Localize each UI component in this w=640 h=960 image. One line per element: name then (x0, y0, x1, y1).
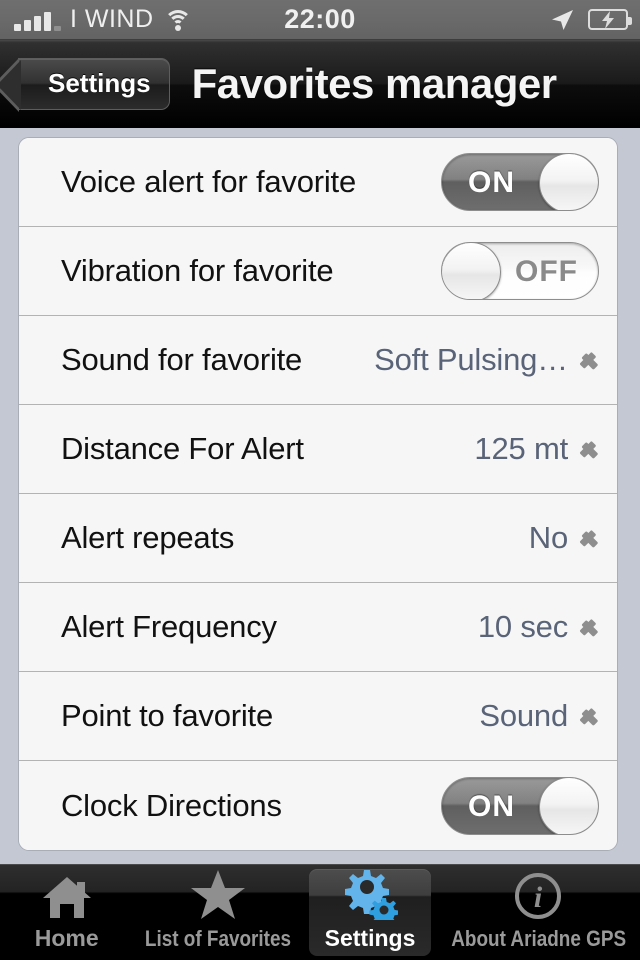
settings-row-accessory: ON (441, 776, 599, 835)
settings-row-value: 10 sec (477, 609, 568, 644)
settings-row-value: Soft Pulsing… (374, 342, 568, 377)
settings-row[interactable]: Distance For Alert 125 mt (19, 405, 617, 494)
toggle-switch-knob[interactable] (539, 777, 598, 834)
settings-row[interactable]: Voice alert for favorite ON (19, 138, 617, 227)
tab-settings[interactable]: Settings (303, 865, 436, 960)
battery-charging-icon (588, 9, 632, 30)
navigation-bar: Settings Favorites manager (0, 40, 640, 128)
settings-row[interactable]: Alert Frequency 10 sec (19, 583, 617, 672)
star-icon (190, 869, 246, 921)
settings-row-accessory: ON (441, 153, 599, 211)
status-bar: I WIND 22:00 (0, 0, 640, 40)
settings-row-accessory: Sound (479, 698, 599, 734)
tab-label: Settings (324, 925, 416, 951)
toggle-switch-label: OFF (515, 255, 578, 288)
tab-label: Home (34, 925, 99, 951)
chevron-right-icon (582, 702, 599, 731)
settings-row[interactable]: Clock Directions ON (19, 761, 617, 850)
settings-row[interactable]: Vibration for favorite OFF (19, 227, 617, 316)
tab-label: About Ariadne GPS (450, 926, 626, 951)
chevron-right-icon (582, 435, 599, 464)
tab-home[interactable]: Home (0, 865, 133, 960)
settings-row-label: Sound for favorite (61, 342, 303, 377)
settings-table: Voice alert for favorite ON Vibration for … (18, 137, 618, 851)
toggle-switch[interactable]: OFF (441, 242, 599, 300)
settings-row[interactable]: Sound for favorite Soft Pulsing… (19, 316, 617, 405)
tab-about-ariadne-gps[interactable]: i About Ariadne GPS (437, 865, 640, 960)
gears-icon (342, 868, 398, 920)
settings-row-accessory: 10 sec (478, 609, 599, 645)
settings-row-value: No (528, 520, 568, 555)
settings-row-label: Voice alert for favorite (61, 164, 357, 199)
settings-row[interactable]: Alert repeats No (19, 494, 617, 583)
settings-row-label: Alert Frequency (61, 609, 277, 644)
house-icon (41, 868, 93, 920)
tab-list-of-favorites[interactable]: List of Favorites (133, 865, 303, 960)
toggle-switch[interactable]: ON (441, 776, 599, 835)
back-button[interactable]: Settings (0, 57, 170, 112)
settings-row-label: Point to favorite (61, 698, 273, 733)
settings-row-accessory: 125 mt (474, 431, 599, 467)
settings-row-label: Distance For Alert (61, 431, 304, 466)
svg-text:i: i (534, 881, 543, 914)
settings-row-accessory: No (529, 520, 599, 556)
page-title: Favorites manager (191, 59, 558, 107)
app-screen: I WIND 22:00 Settings Favorites manager … (0, 0, 640, 960)
settings-row-label: Vibration for favorite (61, 253, 334, 288)
toggle-switch[interactable]: ON (441, 153, 599, 211)
back-button-label: Settings (48, 68, 151, 98)
toggle-switch-label: ON (468, 789, 515, 823)
settings-row-accessory: Soft Pulsing… (374, 342, 599, 378)
settings-row-label: Clock Directions (61, 787, 282, 823)
tab-bar: Home List of Favorites Settings i About Aria… (0, 864, 640, 960)
settings-row-accessory: OFF (441, 242, 599, 300)
status-bar-right (549, 7, 632, 33)
toggle-switch-knob[interactable] (442, 243, 501, 299)
status-bar-center: 22:00 (0, 4, 640, 35)
clock-label: 22:00 (284, 4, 356, 34)
location-arrow-icon (549, 7, 575, 33)
settings-row-label: Alert repeats (61, 520, 235, 555)
chevron-right-icon (582, 613, 599, 642)
toggle-switch-label: ON (468, 166, 515, 199)
settings-row[interactable]: Point to favorite Sound (19, 672, 617, 761)
chevron-right-icon (582, 346, 599, 375)
chevron-right-icon (582, 524, 599, 553)
settings-row-value: Sound (479, 698, 568, 733)
tab-label: List of Favorites (145, 926, 292, 951)
info-circle-icon: i (513, 869, 563, 921)
settings-row-value: 125 mt (474, 431, 568, 466)
settings-scroll-area[interactable]: Voice alert for favorite ON Vibration for … (0, 129, 640, 864)
toggle-switch-knob[interactable] (539, 154, 598, 210)
